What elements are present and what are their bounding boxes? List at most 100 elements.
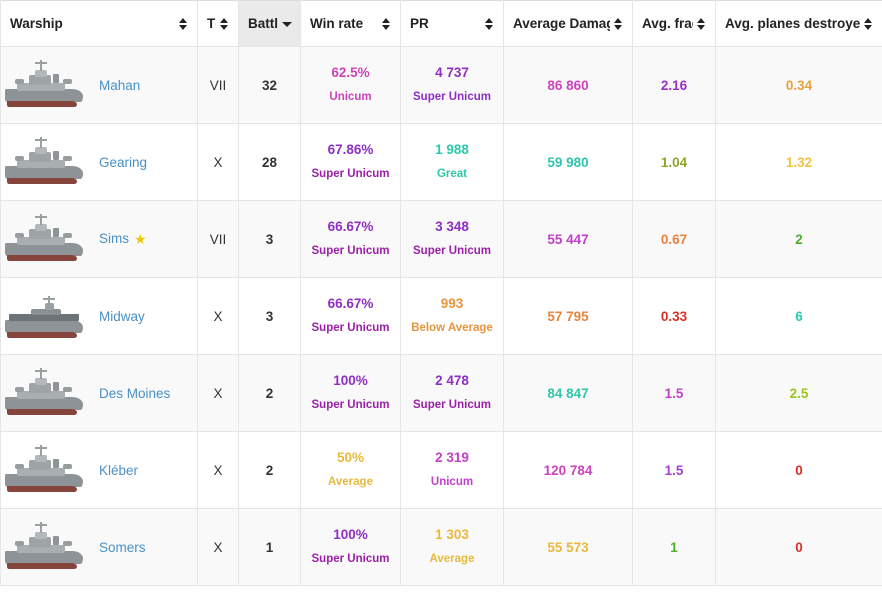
sort-arrows-icon[interactable] [220, 17, 229, 31]
cell-pr-rating: Below Average [411, 322, 493, 335]
cell-battles: 3 [238, 277, 301, 355]
warship-statistics-table: Warship Tier Battles Win rate [0, 0, 882, 586]
ship-thumbnail-icon [1, 135, 87, 189]
cell-pr-rating: Super Unicum [413, 399, 491, 412]
cell-battles: 32 [238, 46, 301, 124]
cell-avg-frags: 0.33 [632, 277, 716, 355]
cell-win-rate: 100% Super Unicum [300, 354, 401, 432]
cell-win-rate-value: 67.86% [327, 142, 374, 158]
cell-warship: Mahan [0, 46, 198, 124]
sort-arrows-icon[interactable] [485, 17, 494, 31]
cell-win-rate-rating: Unicum [329, 91, 372, 104]
cell-tier: X [197, 508, 239, 586]
column-header-avg-frags-label: Avg. frags [642, 16, 693, 31]
cell-pr-rating: Great [436, 168, 468, 181]
cell-pr-value: 1 303 [435, 527, 469, 543]
column-header-tier[interactable]: Tier [197, 0, 239, 47]
column-header-average-damage[interactable]: Average Damage [503, 0, 633, 47]
cell-warship: Sims ★ [0, 200, 198, 278]
table-header: Warship Tier Battles Win rate [0, 0, 882, 47]
cell-pr-value: 1 988 [435, 142, 469, 158]
cell-pr: 993 Below Average [400, 277, 504, 355]
ship-name-link[interactable]: Mahan [99, 78, 140, 93]
ship-name-link[interactable]: Midway [99, 309, 145, 324]
column-header-winrate[interactable]: Win rate [300, 0, 401, 47]
ship-thumbnail-icon [1, 520, 87, 574]
cell-win-rate: 62.5% Unicum [300, 46, 401, 124]
cell-avg-frags: 1.5 [632, 354, 716, 432]
cell-win-rate-rating: Super Unicum [311, 322, 390, 335]
cell-warship: Midway [0, 277, 198, 355]
cell-tier: X [197, 123, 239, 201]
cell-battles: 1 [238, 508, 301, 586]
cell-win-rate-value: 100% [333, 373, 368, 389]
cell-average-damage: 120 784 [503, 431, 633, 509]
sort-arrows-icon[interactable] [864, 17, 873, 31]
column-header-winrate-label: Win rate [310, 16, 364, 31]
table-row: Kléber X 2 50% Average 2 319 Unicum 120 784 1.5 0 [0, 431, 882, 509]
cell-pr-rating: Super Unicum [413, 245, 491, 258]
ship-thumbnail-icon [1, 289, 87, 343]
cell-avg-planes-destroyed: 0 [715, 431, 882, 509]
cell-pr-value: 2 319 [435, 450, 469, 466]
column-header-pr[interactable]: PR [400, 0, 504, 47]
cell-warship: Des Moines [0, 354, 198, 432]
cell-average-damage: 84 847 [503, 354, 633, 432]
sort-descending-icon[interactable] [282, 17, 292, 31]
table-row: Somers X 1 100% Super Unicum 1 303 Average 55 5… [0, 508, 882, 586]
cell-pr: 2 478 Super Unicum [400, 354, 504, 432]
cell-win-rate-rating: Super Unicum [311, 245, 390, 258]
cell-avg-frags: 0.67 [632, 200, 716, 278]
sort-arrows-icon[interactable] [382, 17, 391, 31]
column-header-avg-frags[interactable]: Avg. frags [632, 0, 716, 47]
column-header-avg-planes-destroyed-label: Avg. planes destroyed [725, 16, 860, 31]
cell-pr-value: 3 348 [435, 219, 469, 235]
cell-average-damage: 86 860 [503, 46, 633, 124]
ship-name-link[interactable]: Sims ★ [99, 231, 147, 248]
ship-name-link[interactable]: Gearing [99, 155, 147, 170]
cell-average-damage: 55 573 [503, 508, 633, 586]
cell-battles: 28 [238, 123, 301, 201]
cell-pr-rating: Super Unicum [413, 91, 491, 104]
cell-average-damage: 59 980 [503, 123, 633, 201]
table-row: Midway X 3 66.67% Super Unicum 993 Below Avera… [0, 277, 882, 355]
cell-win-rate: 66.67% Super Unicum [300, 277, 401, 355]
cell-average-damage: 57 795 [503, 277, 633, 355]
cell-pr-rating: Unicum [430, 476, 474, 489]
column-header-warship[interactable]: Warship [0, 0, 198, 47]
sort-arrows-icon[interactable] [614, 17, 623, 31]
cell-pr: 2 319 Unicum [400, 431, 504, 509]
cell-pr: 1 303 Average [400, 508, 504, 586]
table-row: Mahan VII 32 62.5% Unicum 4 737 Super Unicum 86… [0, 46, 882, 124]
column-header-tier-label: Tier [207, 16, 216, 31]
cell-avg-frags: 1.04 [632, 123, 716, 201]
ship-name-link[interactable]: Kléber [99, 463, 138, 478]
cell-pr-rating: Average [429, 553, 475, 566]
cell-avg-planes-destroyed: 6 [715, 277, 882, 355]
cell-pr-value: 2 478 [435, 373, 469, 389]
cell-tier: VII [197, 200, 239, 278]
sort-arrows-icon[interactable] [697, 17, 706, 31]
ship-name-link[interactable]: Des Moines [99, 386, 170, 401]
ship-name-link[interactable]: Somers [99, 540, 146, 555]
cell-tier: VII [197, 46, 239, 124]
cell-tier: X [197, 431, 239, 509]
cell-battles: 2 [238, 431, 301, 509]
column-header-avg-planes-destroyed[interactable]: Avg. planes destroyed [715, 0, 882, 47]
cell-avg-planes-destroyed: 1.32 [715, 123, 882, 201]
cell-avg-planes-destroyed: 2 [715, 200, 882, 278]
column-header-battles[interactable]: Battles [238, 0, 301, 47]
cell-win-rate: 67.86% Super Unicum [300, 123, 401, 201]
table-header-row: Warship Tier Battles Win rate [0, 0, 882, 47]
column-header-pr-label: PR [410, 16, 429, 31]
ship-thumbnail-icon [1, 443, 87, 497]
cell-warship: Somers [0, 508, 198, 586]
ship-thumbnail-icon [1, 366, 87, 420]
column-header-warship-label: Warship [10, 16, 63, 31]
cell-average-damage: 55 447 [503, 200, 633, 278]
cell-pr-value: 4 737 [435, 65, 469, 81]
sort-arrows-icon[interactable] [179, 17, 188, 31]
cell-warship: Kléber [0, 431, 198, 509]
cell-win-rate-value: 66.67% [327, 296, 374, 312]
cell-win-rate-rating: Super Unicum [311, 168, 390, 181]
